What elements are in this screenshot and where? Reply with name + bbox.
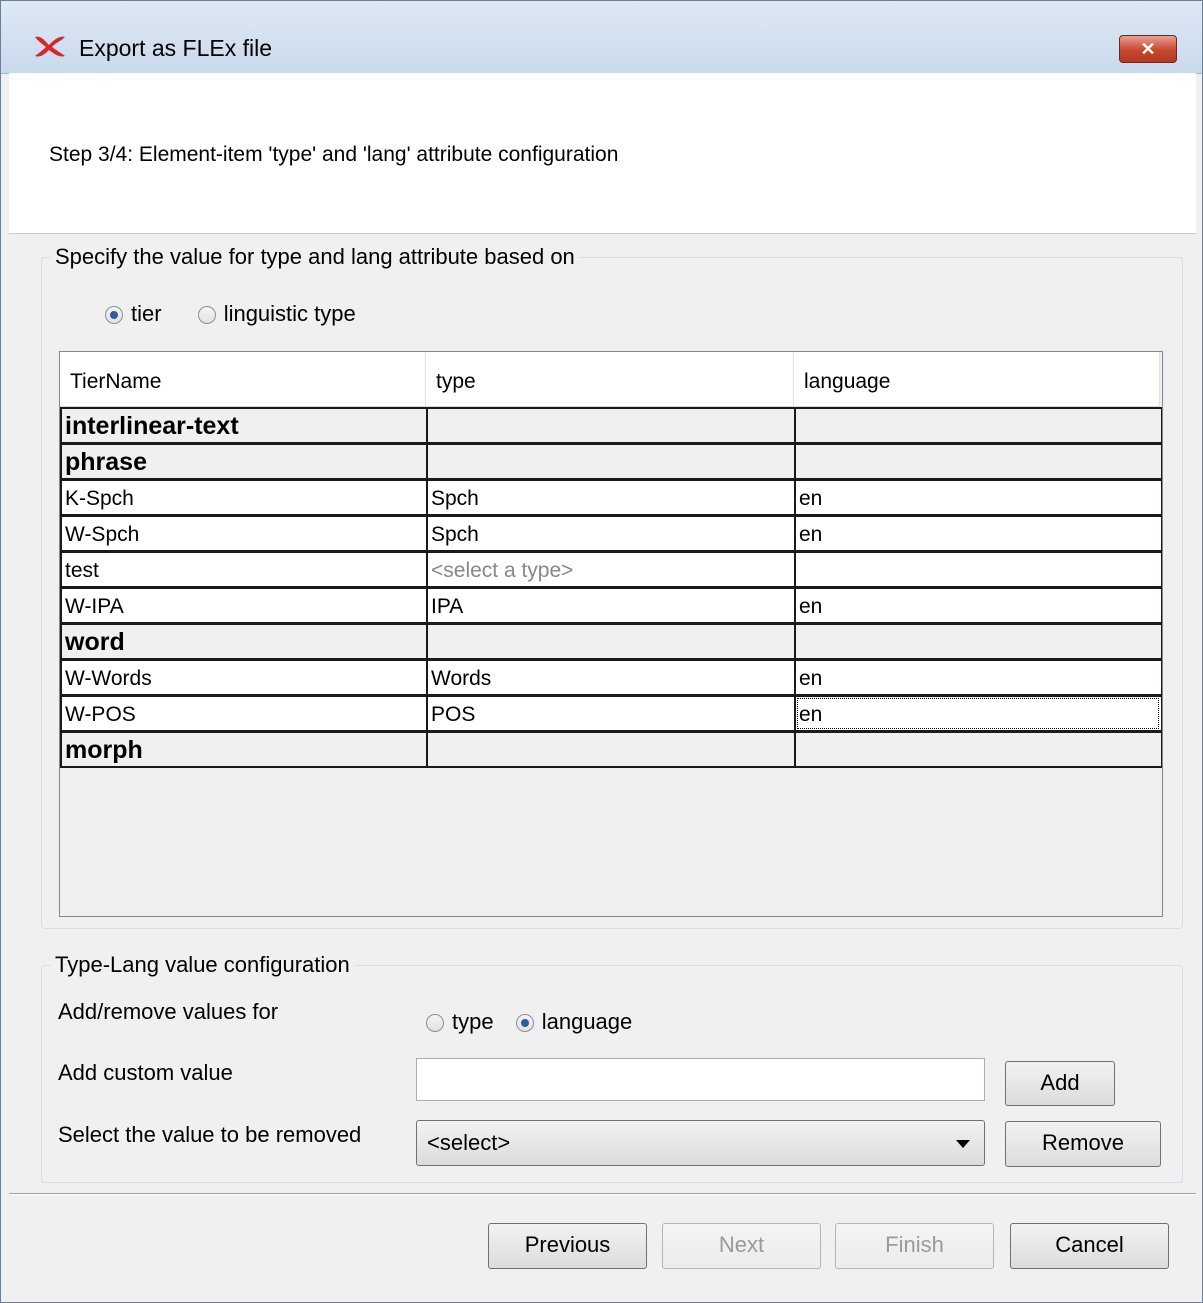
close-button[interactable]: ✕ <box>1119 35 1177 63</box>
finish-button[interactable]: Finish <box>835 1223 994 1269</box>
radio-linguistic-type[interactable]: linguistic type <box>197 301 356 327</box>
previous-button[interactable]: Previous <box>488 1223 647 1269</box>
custom-value-label: Add custom value <box>58 1060 233 1085</box>
attribute-basis-legend: Specify the value for type and lang attr… <box>51 244 579 270</box>
table-row[interactable]: word <box>60 623 1162 660</box>
language-cell[interactable]: en <box>794 695 1162 732</box>
language-cell[interactable] <box>794 407 1162 444</box>
radio-language-indicator[interactable] <box>515 1014 534 1033</box>
tier-table: TierName type language interlinear-text p… <box>59 351 1163 917</box>
language-cell[interactable] <box>794 551 1162 588</box>
language-cell[interactable]: en <box>794 515 1162 552</box>
remove-value-selected: <select> <box>427 1130 511 1155</box>
language-cell[interactable]: en <box>794 659 1162 696</box>
table-row[interactable]: phrase <box>60 443 1162 480</box>
type-cell[interactable] <box>426 407 795 444</box>
language-cell[interactable] <box>794 623 1162 660</box>
table-row[interactable]: morph <box>60 731 1162 768</box>
language-cell[interactable]: en <box>794 479 1162 516</box>
value-kind-radio-group: type language <box>426 1009 662 1035</box>
remove-value-label: Select the value to be removed <box>58 1122 362 1147</box>
step-label: Step 3/4: Element-item 'type' and 'lang'… <box>49 143 619 166</box>
type-cell[interactable]: Spch <box>426 479 795 516</box>
tiername-cell[interactable]: W-POS <box>60 695 427 732</box>
radio-language[interactable]: language <box>515 1009 632 1035</box>
tiername-cell[interactable]: W-Words <box>60 659 427 696</box>
add-remove-label: Add/remove values for <box>58 999 279 1024</box>
table-row[interactable]: K-Spch Spch en <box>60 479 1162 516</box>
type-cell[interactable] <box>426 443 795 480</box>
export-dialog: Export as FLEx file ✕ Step 3/4: Element-… <box>0 0 1203 1303</box>
window-title: Export as FLEx file <box>79 35 273 61</box>
tiername-cell[interactable]: interlinear-text <box>60 407 427 444</box>
table-body: interlinear-text phrase K-Spch Spch en W-Spch… <box>60 407 1162 768</box>
cancel-button[interactable]: Cancel <box>1010 1223 1169 1269</box>
tiername-cell[interactable]: phrase <box>60 443 427 480</box>
table-row[interactable]: test <select a type> <box>60 551 1162 588</box>
type-cell[interactable]: Words <box>426 659 795 696</box>
next-button[interactable]: Next <box>662 1223 821 1269</box>
radio-tier-indicator[interactable] <box>105 306 123 325</box>
language-cell[interactable] <box>794 443 1162 480</box>
step-header: Step 3/4: Element-item 'type' and 'lang'… <box>9 73 1196 234</box>
column-header-tiername[interactable]: TierName <box>60 352 426 406</box>
type-cell[interactable]: IPA <box>426 587 795 624</box>
language-cell[interactable] <box>794 731 1162 768</box>
table-row[interactable]: W-IPA IPA en <box>60 587 1162 624</box>
tiername-cell[interactable]: test <box>60 551 427 588</box>
remove-value-select[interactable]: <select> <box>416 1120 985 1166</box>
radio-type-indicator[interactable] <box>426 1014 444 1033</box>
type-cell[interactable]: POS <box>426 695 795 732</box>
close-icon: ✕ <box>1140 39 1156 59</box>
title-bar: Export as FLEx file ✕ <box>1 1 1202 74</box>
table-row[interactable]: W-Spch Spch en <box>60 515 1162 552</box>
chevron-down-icon <box>956 1140 970 1148</box>
elan-app-icon <box>35 36 65 57</box>
type-cell[interactable]: Spch <box>426 515 795 552</box>
footer-separator <box>9 1193 1196 1195</box>
typelang-config-legend: Type-Lang value configuration <box>51 952 354 978</box>
language-cell[interactable]: en <box>794 587 1162 624</box>
tiername-cell[interactable]: W-Spch <box>60 515 427 552</box>
add-button[interactable]: Add <box>1005 1061 1115 1106</box>
table-row[interactable]: W-POS POS en <box>60 695 1162 732</box>
basis-radio-group: tier linguistic type <box>105 301 386 327</box>
type-cell[interactable] <box>426 623 795 660</box>
tiername-cell[interactable]: word <box>60 623 427 660</box>
remove-button[interactable]: Remove <box>1005 1121 1161 1167</box>
table-row[interactable]: interlinear-text <box>60 407 1162 444</box>
radio-type[interactable]: type <box>426 1009 494 1035</box>
radio-linguistic-type-indicator[interactable] <box>197 306 216 325</box>
tiername-cell[interactable]: K-Spch <box>60 479 427 516</box>
tiername-cell[interactable]: morph <box>60 731 427 768</box>
radio-tier[interactable]: tier <box>105 301 162 327</box>
column-header-language[interactable]: language <box>794 352 1160 406</box>
type-cell[interactable] <box>426 731 795 768</box>
column-header-type[interactable]: type <box>426 352 794 406</box>
custom-value-input[interactable] <box>416 1058 985 1101</box>
tiername-cell[interactable]: W-IPA <box>60 587 427 624</box>
table-header: TierName type language <box>60 352 1160 407</box>
table-row[interactable]: W-Words Words en <box>60 659 1162 696</box>
type-cell[interactable]: <select a type> <box>426 551 795 588</box>
